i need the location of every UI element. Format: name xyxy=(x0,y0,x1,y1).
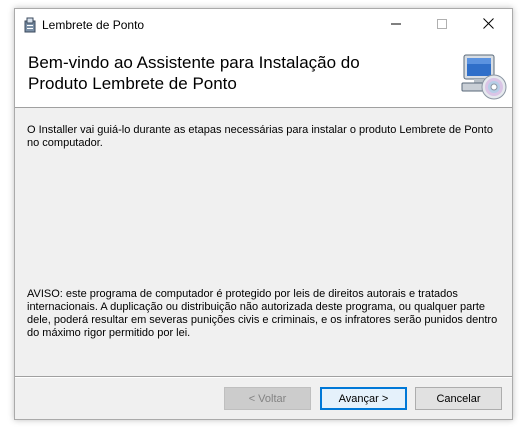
minimize-button[interactable] xyxy=(373,9,419,40)
intro-text: O Installer vai guiá-lo durante as etapa… xyxy=(27,124,493,149)
back-button: < Voltar xyxy=(224,387,311,410)
wizard-header: Bem-vindo ao Assistente para Instalação … xyxy=(15,40,512,108)
maximize-icon xyxy=(437,16,447,34)
installer-window: Lembrete de Ponto Bem-vindo ao Assistent… xyxy=(14,8,513,420)
cancel-button[interactable]: Cancelar xyxy=(415,387,502,410)
copyright-warning: AVISO: este programa de computador é pro… xyxy=(27,288,498,339)
title-bar[interactable]: Lembrete de Ponto xyxy=(15,9,512,40)
window-title: Lembrete de Ponto xyxy=(42,18,145,32)
close-icon xyxy=(482,16,494,34)
installer-app-icon xyxy=(22,17,38,33)
maximize-button xyxy=(419,9,465,40)
next-button[interactable]: Avançar > xyxy=(320,387,407,410)
computer-cd-icon xyxy=(460,53,508,101)
close-button[interactable] xyxy=(465,9,511,40)
minimize-icon xyxy=(391,16,401,34)
wizard-heading: Bem-vindo ao Assistente para Instalação … xyxy=(28,53,360,93)
footer-separator xyxy=(15,376,512,378)
